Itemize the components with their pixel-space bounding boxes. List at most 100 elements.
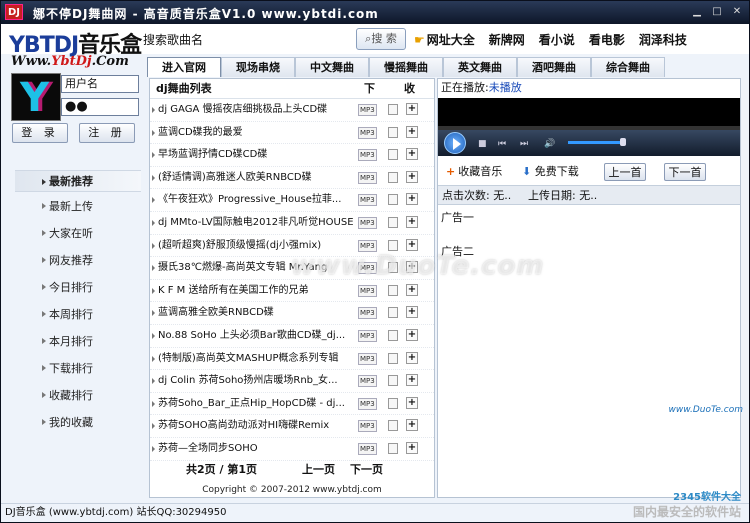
add-to-favorites-icon[interactable]: +: [406, 170, 418, 183]
add-to-favorites-icon[interactable]: +: [406, 328, 418, 341]
download-icon[interactable]: [388, 352, 398, 364]
link-movie[interactable]: 看电影: [589, 31, 625, 48]
prev-song-button[interactable]: 上一首: [604, 163, 646, 181]
song-title[interactable]: (舒适情调)高雅迷人欧美RNBCD碟: [158, 167, 358, 189]
song-title[interactable]: K F M 送给所有在美国工作的兄弟: [158, 280, 358, 302]
mp3-badge[interactable]: MP3: [358, 397, 377, 410]
mp3-badge[interactable]: MP3: [358, 329, 377, 342]
download-icon[interactable]: [388, 307, 398, 319]
close-icon[interactable]: ✕: [729, 5, 745, 19]
mp3-badge[interactable]: MP3: [358, 284, 377, 297]
song-title[interactable]: 苏荷SOHO高尚劲动派对HI嗨碟Remix: [158, 415, 358, 437]
mp3-badge[interactable]: MP3: [358, 307, 377, 320]
stop-icon[interactable]: ■: [478, 139, 487, 149]
add-to-favorites-icon[interactable]: +: [406, 306, 418, 319]
search-input[interactable]: 搜索歌曲名: [143, 31, 203, 48]
download-icon[interactable]: [388, 284, 398, 296]
sidebar-item-fav-rank[interactable]: 收藏排行: [15, 386, 141, 413]
mp3-badge[interactable]: MP3: [358, 149, 377, 162]
volume-slider[interactable]: [568, 141, 624, 144]
add-to-favorites-icon[interactable]: +: [406, 148, 418, 161]
add-to-favorites-icon[interactable]: +: [406, 351, 418, 364]
mp3-badge[interactable]: MP3: [358, 126, 377, 139]
link-novel[interactable]: 看小说: [539, 31, 575, 48]
list-item[interactable]: K F M 送给所有在美国工作的兄弟 MP3 +: [150, 280, 434, 303]
song-title[interactable]: dj MMto-LV国际触电2012非凡听觉HOUSE: [158, 212, 358, 234]
next-page-link[interactable]: 下一页: [350, 461, 383, 479]
song-title[interactable]: 蓝调CD碟我的最爱: [158, 122, 358, 144]
sidebar-item-today-rank[interactable]: 今日排行: [15, 278, 141, 305]
download-icon[interactable]: [388, 420, 398, 432]
add-to-favorites-icon[interactable]: +: [406, 103, 418, 115]
collect-music-button[interactable]: + 收藏音乐: [446, 163, 502, 181]
password-field[interactable]: ●●: [61, 98, 139, 116]
download-icon[interactable]: [388, 397, 398, 409]
song-title[interactable]: (特制版)高尚英文MASHUP概念系列专辑: [158, 348, 358, 370]
next-icon[interactable]: ⏭: [520, 139, 528, 149]
mp3-badge[interactable]: MP3: [358, 104, 377, 116]
add-to-favorites-icon[interactable]: +: [406, 238, 418, 251]
add-to-favorites-icon[interactable]: +: [406, 215, 418, 228]
list-item[interactable]: No.88 SoHo 上头必须Bar歌曲CD碟_dj... MP3 +: [150, 325, 434, 348]
sidebar-item-latest-recommend[interactable]: 最新推荐: [15, 170, 141, 192]
sidebar-item-my-fav[interactable]: 我的收藏: [15, 413, 141, 440]
search-button[interactable]: ⌕搜 索: [356, 28, 406, 50]
mp3-badge[interactable]: MP3: [358, 375, 377, 388]
sidebar-item-user-recommend[interactable]: 网友推荐: [15, 251, 141, 278]
mp3-badge[interactable]: MP3: [358, 194, 377, 207]
add-to-favorites-icon[interactable]: +: [406, 419, 418, 432]
list-item[interactable]: dj MMto-LV国际触电2012非凡听觉HOUSE MP3 +: [150, 212, 434, 235]
mp3-badge[interactable]: MP3: [358, 352, 377, 365]
volume-icon[interactable]: 🔊: [544, 139, 555, 149]
mp3-badge[interactable]: MP3: [358, 420, 377, 433]
maximize-icon[interactable]: □: [709, 5, 725, 19]
next-song-button[interactable]: 下一首: [664, 163, 706, 181]
list-item[interactable]: 早场蓝调抒情CD碟CD碟 MP3 +: [150, 144, 434, 167]
sidebar-item-latest-upload[interactable]: 最新上传: [15, 197, 141, 224]
seek-bar[interactable]: [438, 126, 740, 130]
tab-chinese[interactable]: 中文舞曲: [295, 57, 369, 77]
song-title[interactable]: 蓝调高雅全欧美RNBCD碟: [158, 302, 358, 324]
minimize-icon[interactable]: ▁: [689, 5, 705, 19]
list-item[interactable]: 苏荷Soho_Bar_正点Hip_HopCD碟 - dj... MP3 +: [150, 393, 434, 416]
download-icon[interactable]: [388, 329, 398, 341]
tab-english[interactable]: 英文舞曲: [443, 57, 517, 77]
list-item[interactable]: 《午夜狂欢》Progressive_House拉菲... MP3 +: [150, 189, 434, 212]
add-to-favorites-icon[interactable]: +: [406, 441, 418, 454]
volume-knob[interactable]: [620, 138, 626, 146]
prev-page-link[interactable]: 上一页: [302, 461, 335, 479]
title-bar[interactable]: DJ 娜不停DJ舞曲网 - 高音质音乐盒V1.0 www.ybtdi.com ▁…: [1, 1, 749, 24]
sidebar-item-week-rank[interactable]: 本周排行: [15, 305, 141, 332]
list-item[interactable]: dj Colin 苏荷Soho扬州店暖场Rnb_女... MP3 +: [150, 370, 434, 393]
list-item[interactable]: 蓝调CD碟我的最爱 MP3 +: [150, 122, 434, 145]
song-title[interactable]: dj GAGA 慢摇夜店细挑极品上头CD碟: [158, 99, 358, 121]
link-web-directory[interactable]: ☛ 网址大全: [414, 31, 475, 48]
list-item[interactable]: 蓝调高雅全欧美RNBCD碟 MP3 +: [150, 302, 434, 325]
song-title[interactable]: dj Colin 苏荷Soho扬州店暖场Rnb_女...: [158, 370, 358, 392]
song-title[interactable]: No.88 SoHo 上头必须Bar歌曲CD碟_dj...: [158, 325, 358, 347]
download-icon[interactable]: [388, 194, 398, 206]
tab-bar[interactable]: 酒吧舞曲: [517, 57, 591, 77]
download-icon[interactable]: [388, 104, 398, 115]
tab-official[interactable]: 进入官网: [147, 57, 221, 77]
list-item[interactable]: 苏荷—全场同步SOHO MP3 +: [150, 438, 434, 461]
download-icon[interactable]: [388, 239, 398, 251]
song-title[interactable]: 《午夜狂欢》Progressive_House拉菲...: [158, 189, 358, 211]
song-title[interactable]: 苏荷Soho_Bar_正点Hip_HopCD碟 - dj...: [158, 393, 358, 415]
list-item[interactable]: 苏荷SOHO高尚劲动派对HI嗨碟Remix MP3 +: [150, 415, 434, 438]
free-download-button[interactable]: ⬇ 免费下载: [522, 163, 579, 181]
download-icon[interactable]: [388, 126, 398, 138]
tab-live[interactable]: 现场串烧: [221, 57, 295, 77]
list-item[interactable]: (特制版)高尚英文MASHUP概念系列专辑 MP3 +: [150, 348, 434, 371]
download-icon[interactable]: [388, 442, 398, 454]
download-icon[interactable]: [388, 375, 398, 387]
tab-slow[interactable]: 慢摇舞曲: [369, 57, 443, 77]
add-to-favorites-icon[interactable]: +: [406, 283, 418, 296]
list-item[interactable]: dj GAGA 慢摇夜店细挑极品上头CD碟 MP3 +: [150, 99, 434, 122]
add-to-favorites-icon[interactable]: +: [406, 374, 418, 387]
add-to-favorites-icon[interactable]: +: [406, 396, 418, 409]
sidebar-item-download-rank[interactable]: 下载排行: [15, 359, 141, 386]
link-tech[interactable]: 润泽科技: [639, 31, 687, 48]
username-field[interactable]: 用户名: [61, 75, 139, 93]
mp3-badge[interactable]: MP3: [358, 216, 377, 229]
